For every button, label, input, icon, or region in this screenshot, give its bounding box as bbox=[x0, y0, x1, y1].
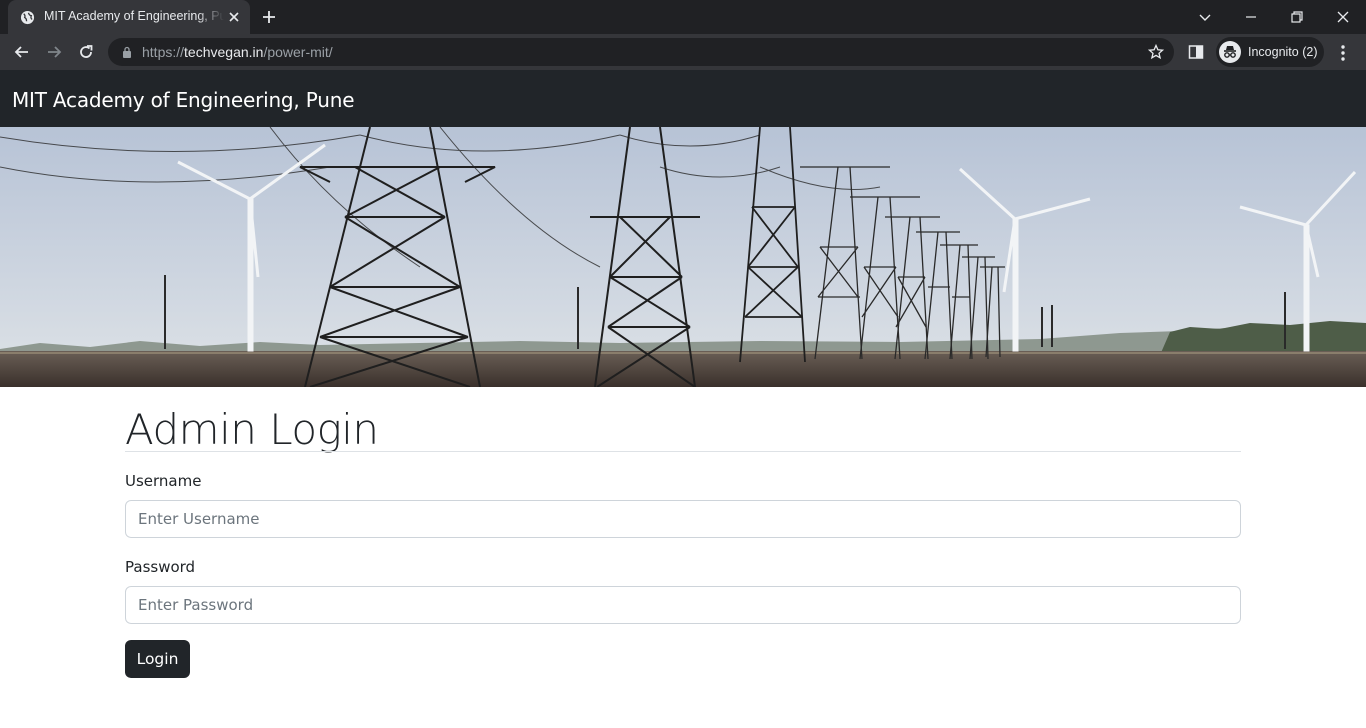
plus-icon[interactable] bbox=[260, 8, 278, 26]
minimize-button[interactable] bbox=[1228, 0, 1274, 34]
password-label: Password bbox=[125, 558, 196, 576]
close-icon[interactable] bbox=[227, 10, 241, 24]
incognito-icon bbox=[1219, 41, 1241, 63]
lock-icon bbox=[123, 46, 131, 58]
browser-toolbar: https://techvegan.in/power-mit/ Incognit… bbox=[0, 34, 1366, 70]
incognito-label: Incognito (2) bbox=[1248, 45, 1318, 59]
username-input[interactable] bbox=[125, 500, 1241, 538]
back-button[interactable] bbox=[10, 40, 34, 64]
globe-icon bbox=[20, 10, 35, 25]
navbar-brand[interactable]: MIT Academy of Engineering, Pune bbox=[12, 88, 355, 112]
close-icon bbox=[1337, 11, 1349, 23]
password-input[interactable] bbox=[125, 586, 1241, 624]
banner-image bbox=[0, 127, 1366, 387]
address-bar[interactable]: https://techvegan.in/power-mit/ bbox=[108, 38, 1174, 66]
site-navbar: MIT Academy of Engineering, Pune bbox=[0, 70, 1366, 127]
star-icon[interactable] bbox=[1148, 44, 1164, 60]
tab-title: MIT Academy of Engineering, Pune bbox=[44, 9, 224, 23]
reload-icon bbox=[80, 45, 93, 58]
heading-divider bbox=[125, 451, 1241, 452]
side-panel-icon[interactable] bbox=[1188, 44, 1204, 60]
tab-search-button[interactable] bbox=[1182, 0, 1228, 34]
forward-arrow-icon bbox=[48, 46, 62, 58]
window-close-button[interactable] bbox=[1320, 0, 1366, 34]
more-vert-icon[interactable] bbox=[1334, 44, 1352, 62]
url-text: https://techvegan.in/power-mit/ bbox=[142, 44, 333, 60]
page-title: Admin Login bbox=[125, 405, 379, 454]
username-label: Username bbox=[125, 472, 202, 490]
minimize-icon bbox=[1246, 16, 1256, 18]
browser-tab-strip: MIT Academy of Engineering, Pune bbox=[0, 0, 1366, 34]
restore-icon bbox=[1291, 11, 1303, 23]
browser-tab-active[interactable]: MIT Academy of Engineering, Pune bbox=[8, 0, 250, 34]
reload-button[interactable] bbox=[74, 40, 98, 64]
login-button[interactable]: Login bbox=[125, 640, 190, 678]
chevron-down-icon bbox=[1199, 14, 1211, 21]
forward-button[interactable] bbox=[42, 40, 66, 64]
incognito-indicator[interactable]: Incognito (2) bbox=[1216, 37, 1324, 67]
restore-button[interactable] bbox=[1274, 0, 1320, 34]
back-arrow-icon bbox=[14, 46, 28, 58]
power-lines-landscape-image bbox=[0, 127, 1366, 387]
